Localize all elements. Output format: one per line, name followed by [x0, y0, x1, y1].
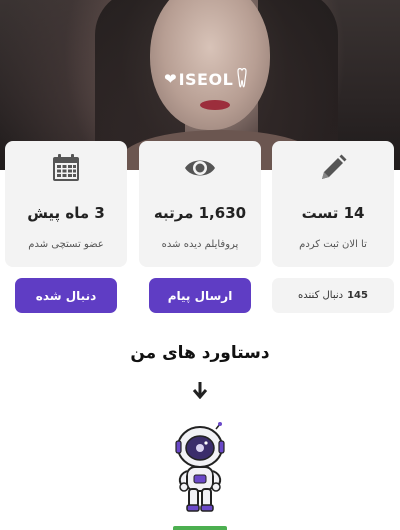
stat-card-tests: 14 تست تا الان ثبت کردم	[272, 141, 394, 267]
stat-card-profile-views: 1,630 مرتبه پروفایلم دیده شده	[139, 141, 261, 267]
heart-icon: ❤	[164, 69, 177, 88]
followers-label: دنبال کننده	[298, 290, 344, 301]
arrow-down-icon	[192, 382, 208, 399]
tooth-icon	[237, 68, 247, 88]
follow-button[interactable]: دنبال شده	[15, 278, 117, 313]
stat-card-membership: 3 ماه پیش عضو تستچی شدم	[5, 141, 127, 267]
stat-value: 1,630 مرتبه	[153, 204, 247, 222]
pencil-icon	[272, 153, 394, 185]
brand-logo: ❤ ISEOL	[164, 64, 248, 94]
stat-value: 3 ماه پیش	[27, 204, 105, 222]
stat-value: 14 تست	[301, 204, 365, 222]
followers-button[interactable]: 145 دنبال کننده	[272, 278, 394, 313]
badge-status-bar	[173, 526, 227, 530]
stat-caption: عضو تستچی شدم	[28, 239, 104, 250]
send-message-button[interactable]: ارسال پیام	[149, 278, 251, 313]
brand-logo-text: ISEOL	[178, 69, 234, 89]
stat-caption: پروفایلم دیده شده	[161, 239, 239, 250]
stat-caption: تا الان ثبت کردم	[299, 239, 367, 250]
calendar-icon	[5, 153, 127, 185]
achievements-title: دستاورد های من	[130, 343, 270, 363]
astronaut-badge-icon[interactable]	[170, 421, 230, 521]
eye-icon	[139, 153, 261, 185]
followers-count: 145	[347, 290, 368, 301]
